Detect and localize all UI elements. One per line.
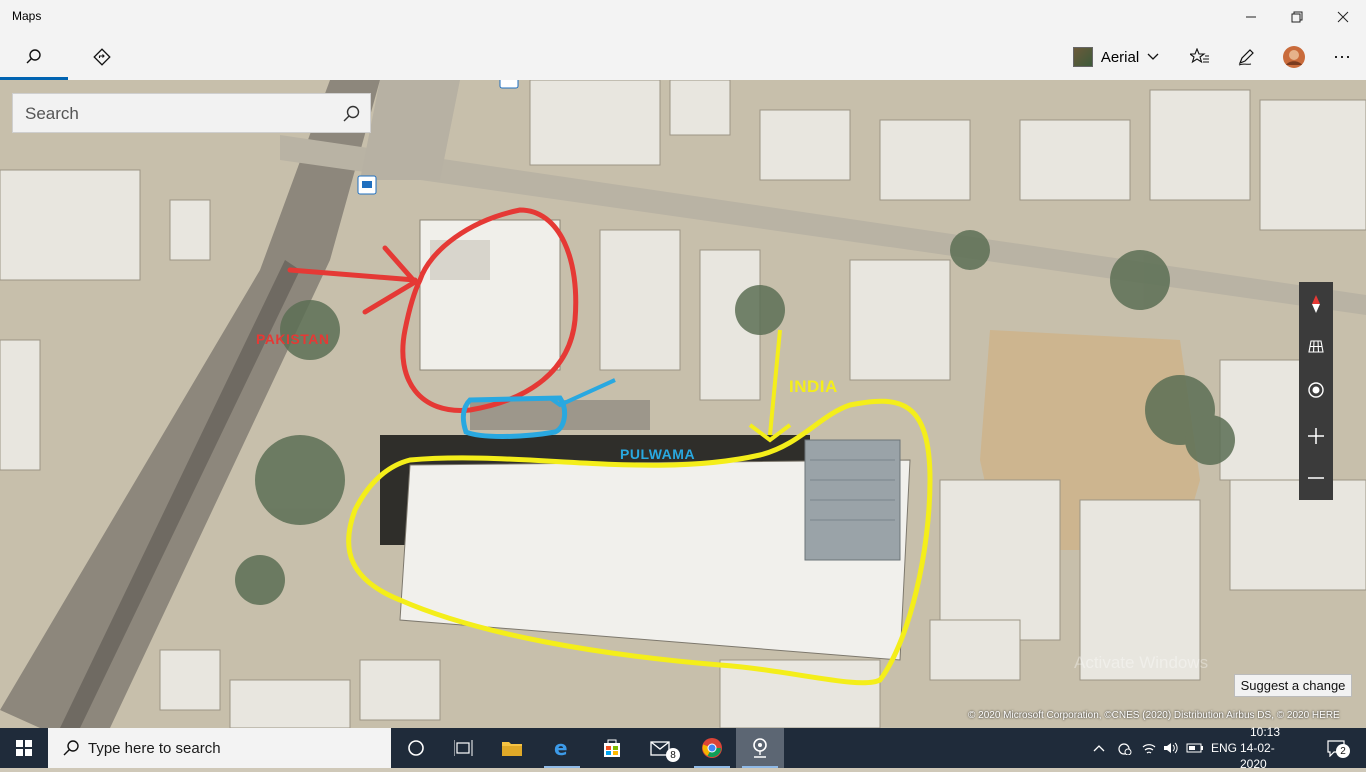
more-button[interactable]: ⋯ — [1322, 34, 1362, 80]
maps-icon — [753, 738, 767, 758]
ink-pen-icon — [1238, 49, 1254, 66]
action-center-button[interactable]: 2 — [1316, 728, 1356, 768]
compass-button[interactable] — [1299, 284, 1333, 324]
store-button[interactable] — [588, 728, 636, 768]
mail-button[interactable]: 8 — [638, 728, 686, 768]
search-icon — [63, 740, 79, 756]
window-title: Maps — [12, 9, 42, 23]
close-button[interactable] — [1320, 0, 1366, 34]
map-style-label: Aerial — [1100, 48, 1140, 66]
chrome-icon — [702, 738, 722, 758]
notification-count-badge: 2 — [1336, 744, 1350, 758]
maps-taskbar-button[interactable] — [736, 728, 784, 768]
battery-button[interactable] — [1184, 728, 1206, 768]
account-avatar — [1283, 46, 1305, 68]
maps-app: PAKISTAN PULWAMA INDIA Maps Aerial ⋯ Sea… — [0, 0, 1366, 728]
aerial-map[interactable]: PAKISTAN PULWAMA INDIA — [0, 80, 1366, 728]
close-icon — [1337, 11, 1349, 23]
minimize-icon — [1246, 16, 1256, 18]
my-location-button[interactable] — [1299, 370, 1333, 410]
search-icon[interactable] — [342, 104, 362, 124]
edge-icon: e — [554, 738, 568, 758]
chevron-up-icon — [1093, 745, 1105, 752]
taskbar-search-placeholder: Type here to search — [88, 739, 221, 757]
zoom-out-button[interactable] — [1299, 458, 1333, 498]
wifi-icon — [1142, 744, 1156, 754]
task-view-icon — [454, 740, 473, 756]
tab-directions[interactable] — [68, 34, 136, 80]
task-view-button[interactable] — [440, 728, 488, 768]
taskbar-clock[interactable]: 10:13 14-02-2020 — [1240, 725, 1290, 771]
battery-icon — [1186, 743, 1203, 753]
title-bar: Maps — [0, 0, 1366, 34]
cortana-button[interactable] — [392, 728, 440, 768]
ink-button[interactable] — [1226, 34, 1266, 80]
clock-date: 14-02-2020 — [1240, 741, 1275, 771]
pulwama-annotation: PULWAMA — [620, 446, 696, 462]
favorites-icon — [1190, 48, 1209, 64]
clock-time: 10:13 — [1249, 725, 1281, 739]
edge-button[interactable]: e — [538, 728, 586, 768]
chrome-button[interactable] — [688, 728, 736, 768]
more-icon: ⋯ — [1333, 46, 1351, 67]
3d-cities-button[interactable] — [1299, 326, 1333, 366]
show-hidden-icons-button[interactable] — [1088, 728, 1110, 768]
favorites-button[interactable] — [1180, 34, 1220, 80]
3d-cities-icon — [1308, 340, 1324, 353]
aerial-imagery[interactable] — [0, 80, 1366, 728]
wifi-button[interactable] — [1138, 728, 1160, 768]
input-language-indicator[interactable]: ENG — [1208, 728, 1240, 768]
map-copyright: © 2020 Microsoft Corporation, ©CNES (202… — [968, 710, 1340, 721]
taskbar-search-box[interactable]: Type here to search — [48, 728, 391, 768]
minimize-button[interactable] — [1228, 0, 1274, 34]
india-annotation: INDIA — [789, 377, 838, 396]
mail-badge: 8 — [666, 748, 680, 762]
pakistan-annotation: PAKISTAN — [256, 331, 330, 347]
zoom-in-icon — [1308, 428, 1324, 444]
app-toolbar: Aerial ⋯ — [0, 34, 1366, 80]
map-controls — [1299, 282, 1333, 500]
store-icon — [604, 739, 620, 757]
map-style-dropdown[interactable]: Aerial — [1068, 34, 1164, 80]
network-icon — [1118, 743, 1132, 755]
svg-text:e: e — [554, 738, 568, 758]
chevron-down-icon — [1147, 53, 1159, 60]
cortana-icon — [408, 740, 424, 756]
directions-icon — [93, 48, 111, 66]
file-explorer-icon — [502, 742, 522, 756]
windows-logo-icon — [16, 740, 32, 756]
search-icon — [26, 49, 41, 64]
activate-windows-watermark: Activate Windows — [1074, 653, 1209, 672]
start-button[interactable] — [0, 728, 48, 768]
tab-search[interactable] — [0, 34, 68, 80]
volume-icon — [1164, 742, 1178, 754]
volume-button[interactable] — [1160, 728, 1182, 768]
compass-icon — [1312, 295, 1320, 313]
zoom-in-button[interactable] — [1299, 416, 1333, 456]
account-button[interactable] — [1274, 34, 1314, 80]
aerial-thumbnail-icon — [1072, 47, 1093, 67]
network-status-button[interactable] — [1112, 728, 1136, 768]
my-location-icon — [1308, 382, 1324, 398]
file-explorer-button[interactable] — [488, 728, 536, 768]
search-box[interactable] — [12, 93, 371, 134]
restore-button[interactable] — [1274, 0, 1320, 34]
zoom-out-icon — [1308, 477, 1324, 479]
search-input[interactable] — [13, 94, 347, 134]
suggest-change-button[interactable]: Suggest a change — [1234, 674, 1352, 697]
restore-icon — [1291, 11, 1303, 23]
windows-taskbar: Type here to search e 8 ENG 10:13 14-02-… — [0, 725, 1366, 771]
